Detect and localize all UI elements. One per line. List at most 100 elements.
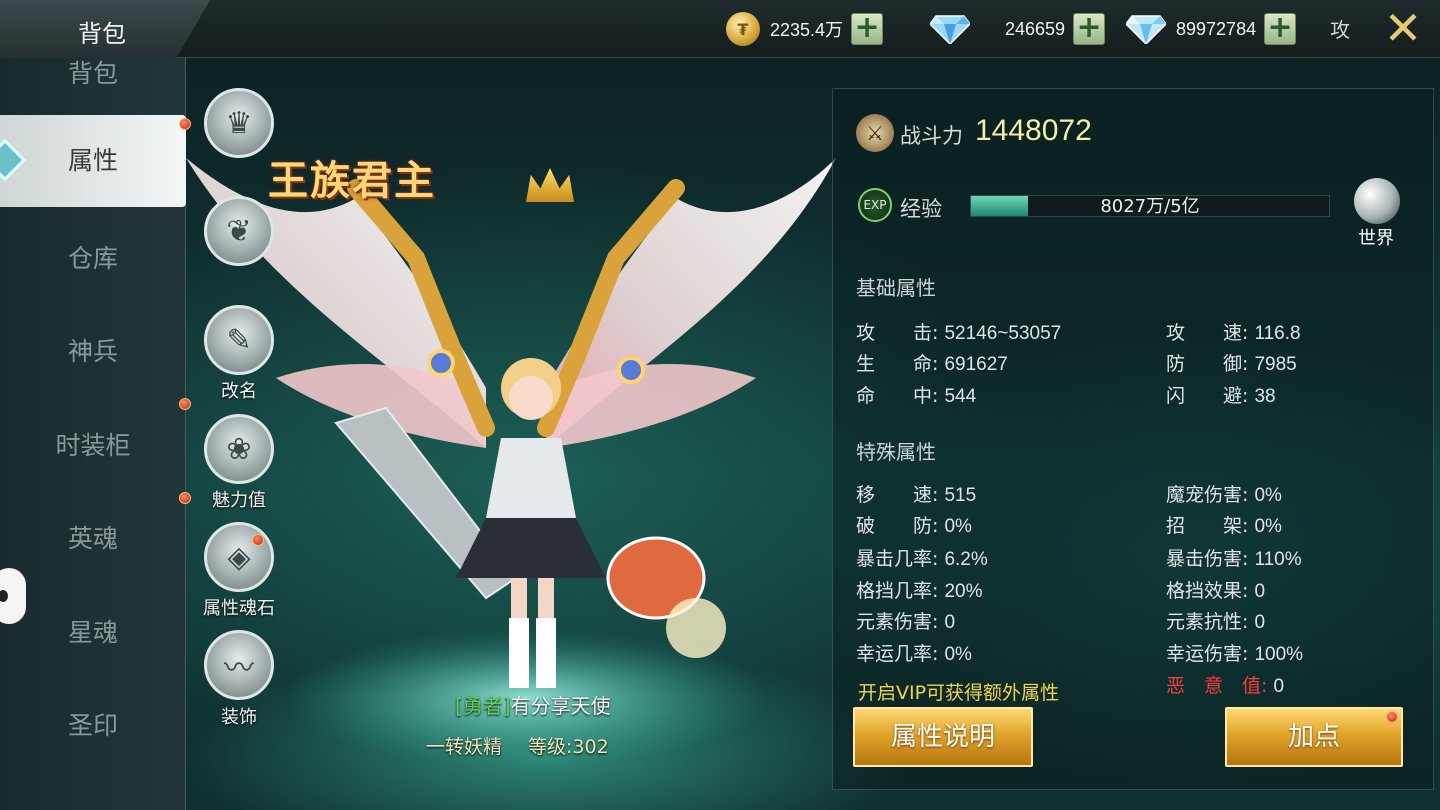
- stat-key: 闪 避:: [1166, 385, 1249, 407]
- charm-label: 魅力值: [212, 490, 266, 511]
- stat-value: 0%: [944, 644, 972, 665]
- stat-value: 6.2%: [944, 549, 988, 570]
- stat-value: 110%: [1254, 549, 1302, 570]
- title-emblem: 王族君主: [268, 158, 436, 204]
- exp-bar: 8027万/5亿: [970, 195, 1330, 217]
- character-name: [勇者]有分享天使: [455, 690, 611, 719]
- top-bar: 背包 ₮ 2235.4万 + 246659 + 89972784 + 攻 ✕: [0, 0, 1440, 58]
- nav-item-divine-weapon[interactable]: 神兵: [0, 306, 186, 398]
- stat-value: 0: [1254, 612, 1266, 633]
- coin-currency: ₮ 2235.4万 +: [726, 12, 884, 46]
- attack-label: 攻: [1330, 18, 1350, 42]
- stat-key: 恶 意 值:: [1166, 675, 1268, 697]
- crossed-swords-icon: ⚔: [856, 114, 894, 152]
- notification-dot: [252, 534, 264, 546]
- stat-pet-damage: 魔宠伤害: 0%: [1166, 480, 1282, 507]
- nav-item-attributes[interactable]: 属性: [0, 115, 186, 207]
- stat-key: 招 架:: [1166, 515, 1249, 537]
- special-attributes-title: 特殊属性: [856, 440, 936, 464]
- nav-item-attributes-label: 属性: [67, 146, 118, 175]
- edit-icon[interactable]: ✎: [204, 305, 274, 375]
- stat-key: 幸运伤害:: [1166, 643, 1249, 665]
- mustache-icon[interactable]: 〰: [204, 630, 274, 700]
- stat-attack-speed: 攻 速: 116.8: [1166, 318, 1301, 345]
- stat-luck-rate: 幸运几率: 0%: [856, 639, 972, 666]
- stat-value: 100%: [1254, 644, 1304, 665]
- blue-gem-currency: 246659 +: [930, 12, 1106, 46]
- soul-stone-icon[interactable]: ◈: [204, 522, 274, 592]
- add-blue-gems-button[interactable]: +: [1073, 13, 1106, 45]
- stat-luck-damage: 幸运伤害: 100%: [1166, 639, 1303, 666]
- stat-defense: 防 御: 7985: [1166, 349, 1297, 376]
- stat-hit: 命 中: 544: [856, 381, 976, 408]
- stat-value: 691627: [944, 354, 1008, 375]
- stat-key: 元素伤害:: [856, 611, 939, 633]
- stat-value: 7985: [1254, 354, 1297, 375]
- blue-gem-value: 246659: [1005, 18, 1066, 39]
- stat-value: 0: [1254, 581, 1266, 602]
- diamond-value: 89972784: [1176, 18, 1257, 39]
- stat-key: 暴击几率:: [856, 548, 939, 570]
- world-label[interactable]: 世界: [1358, 224, 1394, 250]
- stat-value: 38: [1254, 386, 1276, 407]
- nav-item-hero-soul[interactable]: 英魂: [0, 493, 186, 585]
- stat-key: 格挡效果:: [1166, 580, 1249, 602]
- stat-attack: 攻 击: 52146~53057: [856, 318, 1061, 345]
- notification-dot: [1386, 711, 1398, 723]
- stat-value: 116.8: [1254, 323, 1301, 344]
- add-coins-button[interactable]: +: [851, 13, 884, 45]
- stat-key: 幸运几率:: [856, 643, 939, 665]
- stat-key: 攻 速:: [1166, 322, 1249, 344]
- stat-value: 0: [1273, 676, 1285, 697]
- character-class: 一转妖精: [426, 736, 503, 758]
- stat-element-damage: 元素伤害: 0: [856, 607, 955, 634]
- coin-value: 2235.4万: [770, 20, 844, 40]
- stat-value: 0%: [944, 516, 972, 537]
- diamond-currency: 89972784 +: [1126, 12, 1297, 46]
- character-name-text: 有分享天使: [510, 694, 611, 718]
- soul-stone-label: 属性魂石: [203, 598, 275, 619]
- add-points-button[interactable]: 加点: [1225, 707, 1403, 767]
- charm-icon[interactable]: ❀: [204, 414, 274, 484]
- nav-item-holy-seal[interactable]: 圣印: [0, 680, 186, 772]
- stat-block-effect: 格挡效果: 0: [1166, 576, 1265, 603]
- nav-item-backpack[interactable]: 背包: [0, 28, 186, 120]
- stat-key: 命 中:: [856, 385, 939, 407]
- stat-value: 0: [944, 612, 956, 633]
- panda-mascot-icon[interactable]: [0, 568, 26, 624]
- stat-parry: 招 架: 0%: [1166, 511, 1282, 538]
- left-nav: 背包 属性 仓库 神兵 时装柜 英魂 星魂 圣印: [0, 58, 186, 810]
- stat-move-speed: 移 速: 515: [856, 480, 976, 507]
- nav-item-warehouse[interactable]: 仓库: [0, 213, 186, 305]
- stat-element-resist: 元素抗性: 0: [1166, 607, 1265, 634]
- nav-item-star-soul[interactable]: 星魂: [0, 587, 186, 679]
- close-button[interactable]: ✕: [1380, 5, 1426, 52]
- stat-key: 格挡几率:: [856, 580, 939, 602]
- stat-key: 生 命:: [856, 353, 939, 375]
- exp-label: 经验: [900, 197, 942, 221]
- vip-hint[interactable]: 开启VIP可获得额外属性: [858, 678, 1059, 705]
- wings-icon[interactable]: ❦: [204, 196, 274, 266]
- coin-icon: ₮: [726, 12, 760, 46]
- globe-icon[interactable]: [1354, 178, 1400, 224]
- character-tag: [勇者]: [455, 694, 511, 718]
- nav-item-wardrobe[interactable]: 时装柜: [0, 400, 186, 492]
- rename-label: 改名: [221, 381, 257, 402]
- stat-value: 0%: [1254, 516, 1282, 537]
- stat-value: 515: [944, 485, 977, 506]
- add-diamonds-button[interactable]: +: [1264, 13, 1297, 45]
- attribute-explain-button[interactable]: 属性说明: [853, 707, 1033, 767]
- stat-value: 0%: [1254, 485, 1282, 506]
- stat-value: 544: [944, 386, 977, 407]
- character-info: 一转妖精 等级:302: [426, 732, 609, 759]
- basic-attributes-title: 基础属性: [856, 276, 936, 300]
- stat-crit-rate: 暴击几率: 6.2%: [856, 544, 988, 571]
- stat-malice: 恶 意 值: 0: [1166, 671, 1284, 698]
- crown-shield-icon[interactable]: ♛: [204, 88, 274, 158]
- stat-crit-damage: 暴击伤害: 110%: [1166, 544, 1302, 571]
- stat-hp: 生 命: 691627: [856, 349, 1008, 376]
- diamond-icon: [1126, 12, 1166, 46]
- stat-dodge: 闪 避: 38: [1166, 381, 1276, 408]
- stat-key: 暴击伤害:: [1166, 548, 1249, 570]
- stat-block-rate: 格挡几率: 20%: [856, 576, 982, 603]
